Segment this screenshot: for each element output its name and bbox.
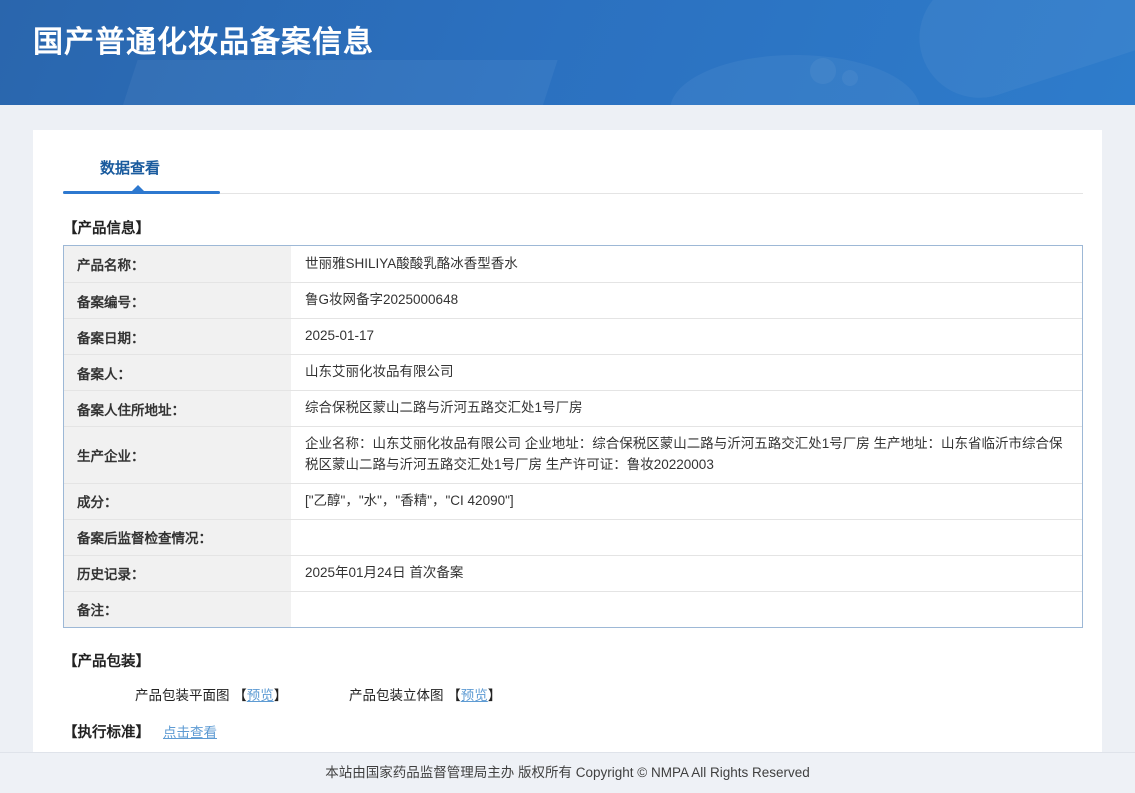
row-value: 鲁G妆网备字2025000648 — [305, 292, 459, 308]
header-banner: 国产普通化妆品备案信息 — [0, 0, 1135, 105]
packaging-section-title: 【产品包装】 — [63, 653, 150, 670]
row-label: 备案人： — [64, 355, 291, 390]
bracket-open: 【 — [233, 687, 247, 703]
row-label: 产品名称： — [64, 246, 291, 282]
packaging-stereo-preview-link[interactable]: 预览 — [461, 688, 488, 703]
bracket-open: 【 — [447, 687, 461, 703]
table-row-supervision-check: 备案后监督检查情况： — [64, 518, 1082, 555]
table-row-registrant: 备案人： 山东艾丽化妆品有限公司 — [64, 354, 1082, 390]
banner-decoration — [810, 58, 836, 84]
packaging-flat-item: 产品包装平面图 【预览】 — [135, 688, 287, 703]
standard-section-title: 【执行标准】 — [63, 724, 150, 741]
packaging-stereo-label: 产品包装立体图 — [349, 687, 448, 703]
row-value — [291, 520, 1082, 555]
row-label: 备案人住所地址： — [64, 391, 291, 426]
product-info-table: 产品名称： 世丽雅SHILIYA酸酸乳酪冰香型香水 备案编号： 鲁G妆网备字20… — [63, 245, 1083, 628]
row-value: 世丽雅SHILIYA酸酸乳酪冰香型香水 — [305, 255, 518, 271]
table-row-product-name: 产品名称： 世丽雅SHILIYA酸酸乳酪冰香型香水 — [64, 246, 1082, 282]
table-row-history: 历史记录： 2025年01月24日 首次备案 — [64, 554, 1082, 591]
banner-decoration — [903, 0, 1135, 105]
copyright-text: 本站由国家药品监督管理局主办 版权所有 Copyright © NMPA All… — [325, 765, 810, 780]
banner-decoration — [670, 55, 920, 105]
row-label: 历史记录： — [64, 555, 291, 591]
row-value: 2025-01-17 — [305, 328, 375, 344]
row-value: 企业名称：山东艾丽化妆品有限公司 企业地址：综合保税区蒙山二路与沂河五路交汇处1… — [305, 436, 1063, 472]
row-label: 备案编号： — [64, 283, 291, 318]
table-row-remarks: 备注： — [64, 590, 1082, 627]
packaging-row: 产品包装平面图 【预览】 产品包装立体图 【预览】 — [135, 684, 1083, 704]
row-value: 山东艾丽化妆品有限公司 — [305, 364, 454, 380]
row-value — [291, 592, 1082, 627]
table-row-ingredients: 成分： ["乙醇"，"水"，"香精"，"CI 42090"] — [64, 482, 1082, 519]
row-label: 备注： — [64, 591, 291, 627]
standard-view-link[interactable]: 点击查看 — [163, 721, 217, 741]
active-tab-caret-icon — [131, 185, 145, 192]
tab-data-view[interactable]: 数据查看 — [100, 157, 160, 193]
content-card: 数据查看 【产品信息】 产品名称： 世丽雅SHILIYA酸酸乳酪冰香型香水 备案… — [33, 130, 1102, 771]
banner-decoration — [82, 60, 558, 105]
table-row-record-date: 备案日期： 2025-01-17 — [64, 318, 1082, 354]
bracket-close: 】 — [487, 687, 502, 703]
banner-decoration — [842, 70, 858, 86]
table-row-manufacturer: 生产企业： 企业名称：山东艾丽化妆品有限公司 企业地址：综合保税区蒙山二路与沂河… — [64, 426, 1082, 483]
row-label: 备案日期： — [64, 319, 291, 354]
bracket-close: 】 — [273, 687, 288, 703]
packaging-stereo-item: 产品包装立体图 【预览】 — [349, 688, 501, 703]
row-label: 生产企业： — [64, 427, 291, 483]
packaging-flat-label: 产品包装平面图 — [135, 687, 234, 703]
standard-row: 【执行标准】 点击查看 — [63, 721, 1083, 742]
row-value: 2025年01月24日 首次备案 — [305, 564, 464, 580]
packaging-flat-preview-link[interactable]: 预览 — [247, 688, 274, 703]
page: 国产普通化妆品备案信息 数据查看 【产品信息】 产品名称： 世丽雅SHILIYA… — [0, 0, 1135, 793]
tab-divider — [63, 185, 1083, 194]
table-row-record-number: 备案编号： 鲁G妆网备字2025000648 — [64, 282, 1082, 318]
page-footer: 本站由国家药品监督管理局主办 版权所有 Copyright © NMPA All… — [0, 752, 1135, 793]
row-value: ["乙醇"，"水"，"香精"，"CI 42090"] — [305, 492, 514, 508]
table-row-registrant-address: 备案人住所地址： 综合保税区蒙山二路与沂河五路交汇处1号厂房 — [64, 390, 1082, 426]
page-title: 国产普通化妆品备案信息 — [33, 26, 374, 59]
row-label: 备案后监督检查情况： — [64, 519, 291, 555]
tab-bar: 数据查看 — [63, 130, 1083, 194]
product-info-section-title: 【产品信息】 — [63, 221, 150, 237]
row-value: 综合保税区蒙山二路与沂河五路交汇处1号厂房 — [305, 400, 583, 416]
row-label: 成分： — [64, 483, 291, 519]
